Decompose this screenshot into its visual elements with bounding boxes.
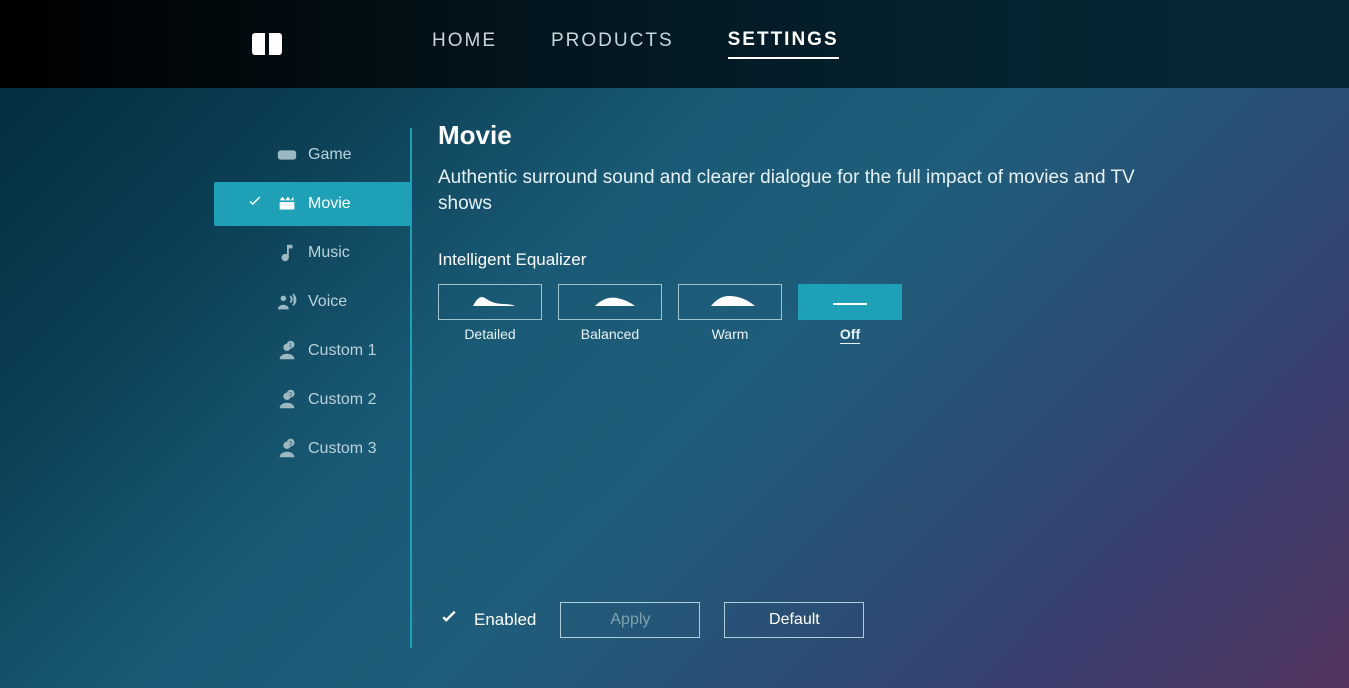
eq-curve-off-icon xyxy=(823,292,877,313)
custom2-icon: 2 xyxy=(276,389,298,411)
header-bar: HOME PRODUCTS SETTINGS xyxy=(0,0,1349,88)
movie-icon xyxy=(276,193,298,215)
enabled-label: Enabled xyxy=(474,610,536,630)
nav-products[interactable]: PRODUCTS xyxy=(551,30,674,58)
eq-option-balanced[interactable]: Balanced xyxy=(558,284,662,342)
custom3-icon: 3 xyxy=(276,438,298,460)
top-nav: HOME PRODUCTS SETTINGS xyxy=(432,29,839,59)
sidebar-item-voice[interactable]: Voice xyxy=(0,280,410,324)
sidebar-item-game[interactable]: Game xyxy=(0,133,410,177)
check-icon xyxy=(246,193,264,216)
sidebar-item-label: Music xyxy=(308,244,350,262)
voice-icon xyxy=(276,291,298,313)
eq-option-label: Off xyxy=(798,326,902,342)
sidebar-item-label: Game xyxy=(308,146,352,164)
eq-option-label: Detailed xyxy=(438,326,542,342)
eq-option-warm[interactable]: Warm xyxy=(678,284,782,342)
enabled-toggle[interactable]: Enabled xyxy=(438,607,536,634)
sidebar-item-label: Custom 1 xyxy=(308,342,376,360)
sidebar-item-custom1[interactable]: 1 Custom 1 xyxy=(0,329,410,373)
eq-option-off[interactable]: Off xyxy=(798,284,902,342)
apply-button[interactable]: Apply xyxy=(560,602,700,638)
default-button[interactable]: Default xyxy=(724,602,864,638)
sidebar-item-music[interactable]: Music xyxy=(0,231,410,275)
nav-home[interactable]: HOME xyxy=(432,30,497,58)
equalizer-section-label: Intelligent Equalizer xyxy=(438,250,1329,270)
sidebar-item-label: Custom 3 xyxy=(308,440,376,458)
dolby-logo-icon xyxy=(252,33,282,55)
footer-actions: Enabled Apply Default xyxy=(438,602,1329,638)
sidebar-item-label: Movie xyxy=(308,195,351,213)
music-icon xyxy=(276,242,298,264)
custom1-icon: 1 xyxy=(276,340,298,362)
gamepad-icon xyxy=(276,144,298,166)
eq-curve-warm-icon xyxy=(703,292,757,313)
eq-option-label: Warm xyxy=(678,326,782,342)
sidebar-item-custom2[interactable]: 2 Custom 2 xyxy=(0,378,410,422)
equalizer-options: Detailed Balanced Warm xyxy=(438,284,1329,342)
svg-text:1: 1 xyxy=(289,343,292,349)
sidebar-item-label: Voice xyxy=(308,293,347,311)
content-panel: Movie Authentic surround sound and clear… xyxy=(412,88,1349,688)
eq-curve-balanced-icon xyxy=(583,292,637,313)
check-icon xyxy=(438,607,460,634)
eq-option-label: Balanced xyxy=(558,326,662,342)
svg-text:2: 2 xyxy=(289,392,292,398)
eq-curve-detailed-icon xyxy=(463,292,517,313)
sidebar-item-custom3[interactable]: 3 Custom 3 xyxy=(0,427,410,471)
profile-title: Movie xyxy=(438,120,1329,151)
eq-option-detailed[interactable]: Detailed xyxy=(438,284,542,342)
sidebar-item-label: Custom 2 xyxy=(308,391,376,409)
svg-text:3: 3 xyxy=(289,441,292,447)
profile-sidebar: Game Movie Music Voice 1 xyxy=(0,88,410,688)
sidebar-item-movie[interactable]: Movie xyxy=(214,182,410,226)
profile-description: Authentic surround sound and clearer dia… xyxy=(438,165,1158,216)
nav-settings[interactable]: SETTINGS xyxy=(728,29,839,59)
